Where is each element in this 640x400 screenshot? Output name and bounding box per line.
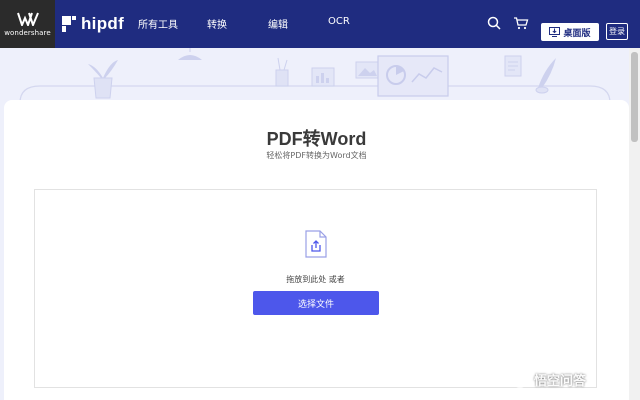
drop-hint: 拖放到此处 或者 — [286, 275, 345, 284]
desktop-version-label: 桌面版 — [563, 28, 591, 39]
document-illustration-icon — [504, 55, 522, 77]
desktop-download-icon — [549, 27, 561, 37]
page-title: PDF转Word — [266, 129, 367, 149]
nav-all-tools[interactable]: 所有工具 — [138, 16, 178, 31]
search-icon[interactable] — [486, 15, 502, 31]
login-button[interactable]: 登录 — [606, 23, 628, 40]
select-file-button[interactable]: 选择文件 — [253, 291, 379, 315]
page-scrollbar[interactable] — [629, 48, 640, 400]
cart-icon[interactable] — [513, 15, 529, 31]
quill-illustration-icon — [535, 58, 556, 94]
file-upload-icon — [305, 230, 327, 258]
hipdf-logo[interactable]: hipdf — [62, 14, 124, 34]
lamp-illustration-icon — [178, 48, 202, 60]
watermark: 悟空问答 — [510, 369, 586, 389]
nav-convert[interactable]: 转换 — [207, 16, 227, 31]
pencil-cup-illustration-icon — [275, 57, 289, 87]
brand-name: hipdf — [81, 14, 125, 33]
hipdf-logo-icon — [62, 16, 76, 32]
wondershare-logo-icon — [16, 12, 39, 26]
desktop-version-button[interactable]: 桌面版 — [541, 23, 599, 41]
wondershare-logo[interactable]: wondershare — [0, 0, 55, 48]
chart-board-illustration-icon — [311, 67, 335, 87]
header-illustration — [19, 48, 611, 104]
nav-edit[interactable]: 编辑 — [268, 16, 288, 31]
top-navbar: wondershare hipdf 所有工具 转换 编辑 OCR 桌面版 登录 — [0, 0, 640, 48]
page-subtitle: 轻松将PDF转换为Word文档 — [266, 151, 367, 160]
monitor-illustration-icon — [377, 55, 449, 97]
nav-ocr[interactable]: OCR — [328, 16, 350, 27]
company-name: wondershare — [4, 28, 51, 37]
converter-card: PDF转Word 轻松将PDF转换为Word文档 拖放到此处 或者 选择文件 — [4, 100, 629, 400]
watermark-text: 悟空问答 — [534, 373, 587, 389]
file-drop-zone[interactable]: 拖放到此处 或者 选择文件 — [34, 189, 597, 388]
image-illustration-icon — [355, 61, 379, 79]
scrollbar-thumb[interactable] — [631, 52, 638, 142]
plant-illustration-icon — [88, 60, 118, 99]
wukong-logo-icon — [511, 370, 529, 388]
